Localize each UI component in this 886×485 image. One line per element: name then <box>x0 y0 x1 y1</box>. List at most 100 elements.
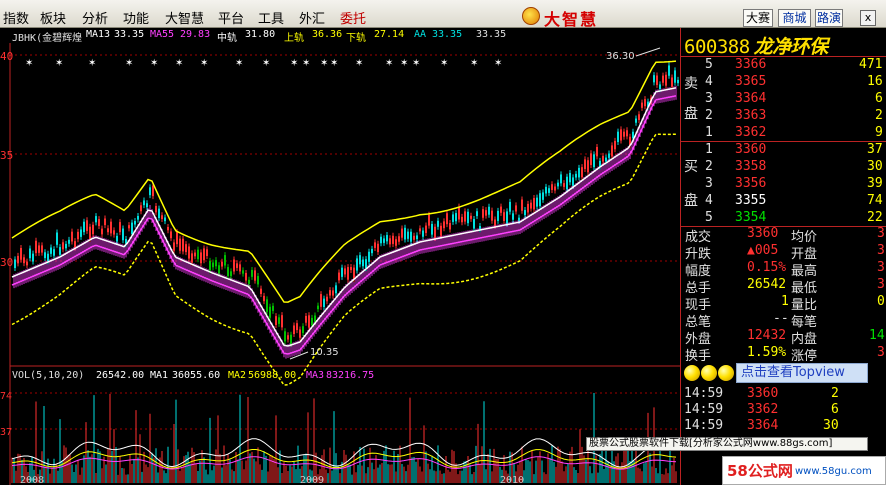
volume-axis-label: 37 <box>0 427 12 438</box>
candle-body <box>110 221 112 234</box>
candle-body <box>161 215 163 220</box>
candle-body <box>254 270 256 281</box>
menu-forex[interactable]: 外汇 <box>299 8 325 27</box>
candle-body <box>293 325 295 335</box>
candle-body <box>248 279 250 284</box>
candle-body <box>47 253 49 262</box>
candle-body <box>644 99 646 107</box>
site-badge-title: 58公式网 <box>727 462 793 480</box>
signal-star-icon: ✶ <box>150 58 158 69</box>
candle-body <box>398 236 400 242</box>
candle-body <box>521 199 523 211</box>
candle-body <box>326 296 328 302</box>
bid-row[interactable]: 2 3358 30 <box>681 159 886 175</box>
candle-body <box>128 225 130 229</box>
candle-body <box>509 201 511 212</box>
candle-body <box>203 248 205 261</box>
candle-body <box>290 334 292 344</box>
candle-body <box>524 210 526 216</box>
candle-body <box>395 239 397 246</box>
price-axis-label: 35 <box>0 149 13 162</box>
signal-star-icon: ✶ <box>412 58 420 69</box>
candle-body <box>476 211 478 217</box>
mid-band-label: 中轨 <box>217 33 237 44</box>
candle-body <box>176 232 178 245</box>
bid-row[interactable]: 1 3360 37 <box>681 142 886 158</box>
indicator-dot-icon <box>684 365 700 381</box>
candle-body <box>455 213 457 222</box>
high-annotation: 36.30 <box>606 51 635 62</box>
candle-body <box>533 198 535 210</box>
menu-dzh[interactable]: 大智慧 <box>165 8 204 27</box>
signal-star-icon: ✶ <box>470 58 478 69</box>
candle-body <box>425 225 427 233</box>
candle-body <box>65 243 67 249</box>
ask-row[interactable]: 2 3363 2 <box>681 108 886 124</box>
ask-row[interactable]: 3 3364 6 <box>681 91 886 107</box>
candle-body <box>512 213 514 220</box>
price-axis-label: 40 <box>0 50 13 63</box>
candle-body <box>188 246 190 259</box>
menu-platform[interactable]: 平台 <box>218 8 244 27</box>
signal-star-icon: ✶ <box>355 58 363 69</box>
signal-star-icon: ✶ <box>494 58 502 69</box>
watermark-banner: 股票公式股票软件下载[分析家公式网www.88gs.com] <box>586 437 868 451</box>
candle-body <box>530 202 532 209</box>
candle-body <box>137 215 139 220</box>
ask-row[interactable]: 5 3366 471 <box>681 57 886 73</box>
candle-body <box>197 249 199 260</box>
kline-chart[interactable]: ✶ ✶ ✶ ✶ ✶ ✶ ✶ ✶ ✶ ✶ ✶ ✶ ✶ ✶ ✶ ✶ ✶ ✶ ✶ ✶ 40 35 30 36.30 10.3… <box>0 43 680 485</box>
candle-body <box>635 118 637 123</box>
candle-body <box>236 263 238 268</box>
candle-body <box>233 259 235 272</box>
mall-button[interactable]: 商城 <box>778 9 811 27</box>
menu-analysis[interactable]: 分析 <box>82 8 108 27</box>
aa-label: AA <box>414 29 427 40</box>
candle-body <box>269 306 271 318</box>
contest-button[interactable]: 大赛 <box>743 9 773 27</box>
menu-function[interactable]: 功能 <box>123 8 149 27</box>
volume-label: VOL(5,10,20) <box>12 370 84 381</box>
bid-row[interactable]: 3 3356 39 <box>681 176 886 192</box>
candle-body <box>362 259 364 267</box>
bid-row[interactable]: 5 3354 22 <box>681 210 886 226</box>
candle-body <box>170 231 172 239</box>
roadshow-button[interactable]: 路演 <box>815 9 843 27</box>
candle-body <box>341 267 343 277</box>
candle-body <box>260 288 262 294</box>
candle-body <box>671 77 673 87</box>
candle-body <box>14 259 16 269</box>
candle-body <box>185 244 187 253</box>
menu-tools[interactable]: 工具 <box>258 8 284 27</box>
upper-band-value: 36.36 <box>312 29 343 40</box>
candle-body <box>173 242 175 251</box>
candle-body <box>434 226 436 238</box>
candle-body <box>545 186 547 194</box>
vol-ma1-value: 36055.60 <box>172 370 220 381</box>
ma55-value: 29.83 <box>180 29 211 40</box>
topview-button[interactable]: 点击查看Topview <box>736 363 868 383</box>
bid-row[interactable]: 4 3355 74 <box>681 193 886 209</box>
candle-body <box>449 223 451 230</box>
menu-sector[interactable]: 板块 <box>40 8 66 27</box>
candle-body <box>32 253 34 262</box>
signal-star-icon: ✶ <box>125 58 133 69</box>
menu-index[interactable]: 指数 <box>3 8 29 27</box>
candle-body <box>314 315 316 322</box>
candle-body <box>146 203 148 208</box>
candle-body <box>503 212 505 222</box>
candle-body <box>281 315 283 328</box>
menu-order[interactable]: 委托 <box>340 8 366 27</box>
candle-body <box>194 252 196 257</box>
candle-body <box>638 114 640 120</box>
candle-body <box>245 272 247 281</box>
close-icon[interactable]: x <box>860 10 876 26</box>
ask-row[interactable]: 4 3365 16 <box>681 74 886 90</box>
candle-body <box>617 131 619 143</box>
candle-body <box>602 155 604 162</box>
stat-row: 现手 1 量比 0 <box>685 294 885 313</box>
logo-text: 大智慧 <box>544 10 599 29</box>
ask-row[interactable]: 1 3362 9 <box>681 125 886 141</box>
candle-body <box>593 154 595 168</box>
tick-row: 14:59 3362 6 <box>684 402 839 417</box>
